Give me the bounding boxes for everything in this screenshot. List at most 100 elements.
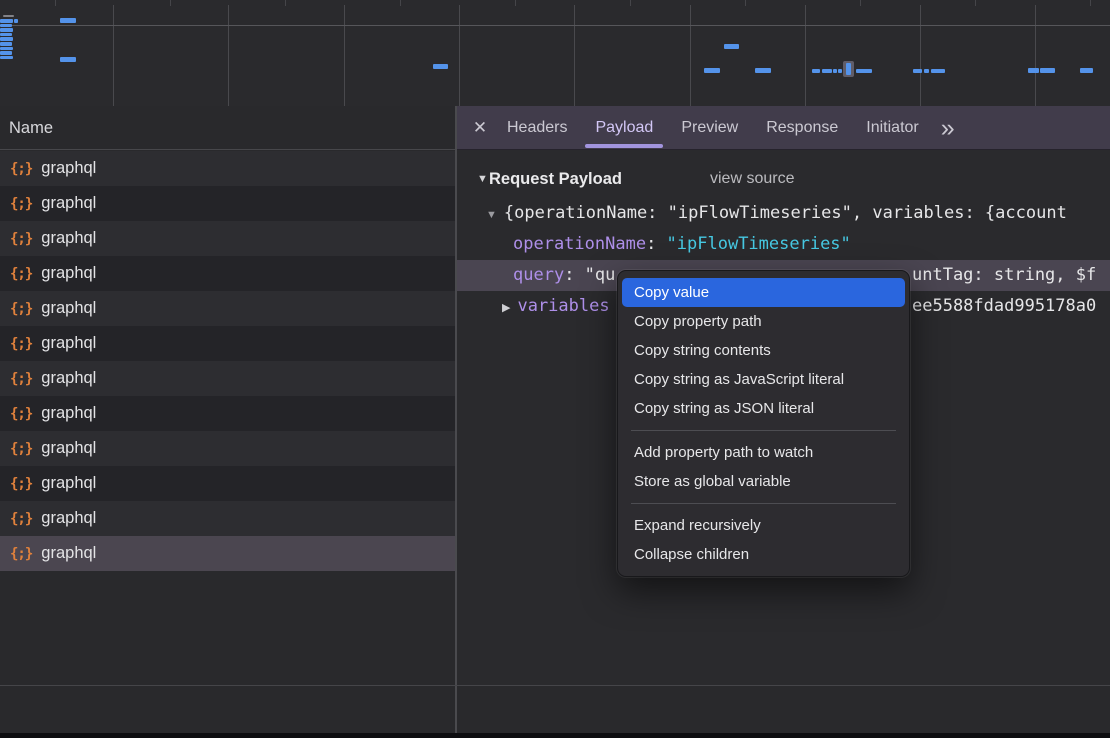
timeline-request-bar (0, 24, 12, 28)
property-key: variables (517, 296, 609, 316)
menu-item-copy-string-js-literal[interactable]: Copy string as JavaScript literal (618, 365, 909, 394)
request-name: graphql (41, 509, 96, 528)
request-name: graphql (41, 439, 96, 458)
view-source-link[interactable]: view source (710, 164, 794, 194)
table-row[interactable]: {;} graphql (0, 396, 456, 431)
table-row[interactable]: {;} graphql (0, 431, 456, 466)
json-fetch-icon: {;} (10, 231, 32, 247)
property-value-start: "qu (585, 265, 616, 285)
request-name: graphql (41, 159, 96, 178)
menu-item-store-as-global-variable[interactable]: Store as global variable (618, 467, 909, 496)
timeline-hline (0, 25, 1110, 26)
tab-initiator[interactable]: Initiator (855, 106, 929, 150)
request-name: graphql (41, 544, 96, 563)
menu-item-add-property-path-to-watch[interactable]: Add property path to watch (618, 438, 909, 467)
timeline-request-bar (3, 15, 14, 17)
json-fetch-icon: {;} (10, 371, 32, 387)
table-row[interactable]: {;} graphql (0, 291, 456, 326)
json-fetch-icon: {;} (10, 441, 32, 457)
json-fetch-icon: {;} (10, 511, 32, 527)
timeline-gridline (228, 5, 229, 106)
more-tabs-icon[interactable]: » (941, 108, 955, 148)
menu-item-copy-property-path[interactable]: Copy property path (618, 307, 909, 336)
timeline-request-bar (846, 63, 851, 75)
timeline-tick (400, 0, 401, 6)
request-name: graphql (41, 404, 96, 423)
tab-response[interactable]: Response (755, 106, 849, 150)
json-fetch-icon: {;} (10, 301, 32, 317)
timeline-request-bar (724, 44, 739, 49)
timeline-gridline (805, 5, 806, 106)
payload-root-row[interactable]: ▼ {operationName: "ipFlowTimeseries", var… (457, 198, 1110, 229)
json-fetch-icon: {;} (10, 546, 32, 562)
timeline-request-bar (14, 19, 18, 23)
request-name: graphql (41, 194, 96, 213)
expand-triangle-icon[interactable]: ▼ (486, 209, 497, 221)
timeline-gridline (113, 5, 114, 106)
close-icon[interactable]: ✕ (467, 118, 493, 138)
table-row[interactable]: {;} graphql (0, 186, 456, 221)
timeline-tick (515, 0, 516, 6)
name-column-header[interactable]: Name (0, 106, 456, 150)
timeline-request-bar (0, 33, 12, 37)
timeline-request-bar (833, 69, 837, 73)
context-menu: Copy value Copy property path Copy strin… (617, 270, 910, 577)
timeline-request-bar (1028, 68, 1039, 73)
table-row[interactable]: {;} graphql (0, 221, 456, 256)
table-row[interactable]: {;} graphql (0, 536, 456, 571)
timeline-request-bar (931, 69, 945, 73)
table-row[interactable]: {;}graphql (0, 256, 456, 291)
timeline-tick (630, 0, 631, 6)
request-name: graphql (41, 229, 96, 248)
table-row[interactable]: {;} graphql (0, 326, 456, 361)
tab-payload[interactable]: Payload (584, 106, 664, 150)
tab-headers[interactable]: Headers (496, 106, 578, 150)
expand-triangle-icon[interactable]: ▶ (502, 302, 510, 314)
timeline-gridline (920, 5, 921, 106)
timeline-gridline (1035, 5, 1036, 106)
timeline-request-bar (0, 51, 12, 55)
payload-row-operationName[interactable]: operationName: "ipFlowTimeseries" (457, 229, 1110, 260)
request-name: graphql (41, 334, 96, 353)
menu-separator (631, 503, 896, 504)
timeline-request-bar (838, 69, 842, 73)
timeline-tick (285, 0, 286, 6)
menu-item-copy-value[interactable]: Copy value (622, 278, 905, 307)
menu-item-expand-recursively[interactable]: Expand recursively (618, 511, 909, 540)
menu-item-copy-string-contents[interactable]: Copy string contents (618, 336, 909, 365)
table-row[interactable]: {;} graphql (0, 501, 456, 536)
tab-preview[interactable]: Preview (670, 106, 749, 150)
json-fetch-icon: {;} (10, 406, 32, 422)
table-row[interactable]: {;}graphql (0, 151, 456, 186)
table-row[interactable]: {;} graphql (0, 361, 456, 396)
property-value-tail: untTag: string, $f (912, 260, 1096, 291)
timeline-tick (1090, 0, 1091, 6)
timeline-request-bar (1080, 68, 1093, 73)
detail-tabbar: ✕ Headers Payload Preview Response Initi… (457, 106, 1110, 150)
request-name: graphql (41, 369, 96, 388)
timeline-request-bar (924, 69, 929, 73)
devtools-network-panel: Name {;} graphql {;} graphql {;} graphql {;} gr… (0, 0, 1110, 740)
network-overview[interactable] (0, 0, 1110, 107)
key-separator: : (646, 234, 666, 254)
table-row[interactable]: {;}graphql (0, 466, 456, 501)
timeline-request-bar (812, 69, 820, 73)
timeline-request-bar (60, 57, 76, 62)
json-fetch-icon: {;} (10, 336, 32, 352)
payload-preview-text: {operationName: "ipFlowTimeseries", vari… (504, 203, 1067, 223)
json-fetch-icon: {;} (10, 266, 32, 282)
timeline-request-bar (0, 28, 13, 32)
timeline-tick (745, 0, 746, 6)
timeline-tick (975, 0, 976, 6)
timeline-request-bar (704, 68, 720, 73)
timeline-request-bar (0, 19, 13, 23)
request-name: graphql (41, 299, 96, 318)
json-fetch-icon: {;} (10, 196, 32, 212)
collapse-triangle-icon[interactable]: ▼ (477, 164, 488, 194)
menu-item-copy-string-json-literal[interactable]: Copy string as JSON literal (618, 394, 909, 423)
timeline-tick (860, 0, 861, 6)
menu-item-collapse-children[interactable]: Collapse children (618, 540, 909, 569)
property-key: query (513, 265, 564, 285)
timeline-request-bar (0, 56, 13, 60)
bottom-separator (0, 685, 1110, 686)
